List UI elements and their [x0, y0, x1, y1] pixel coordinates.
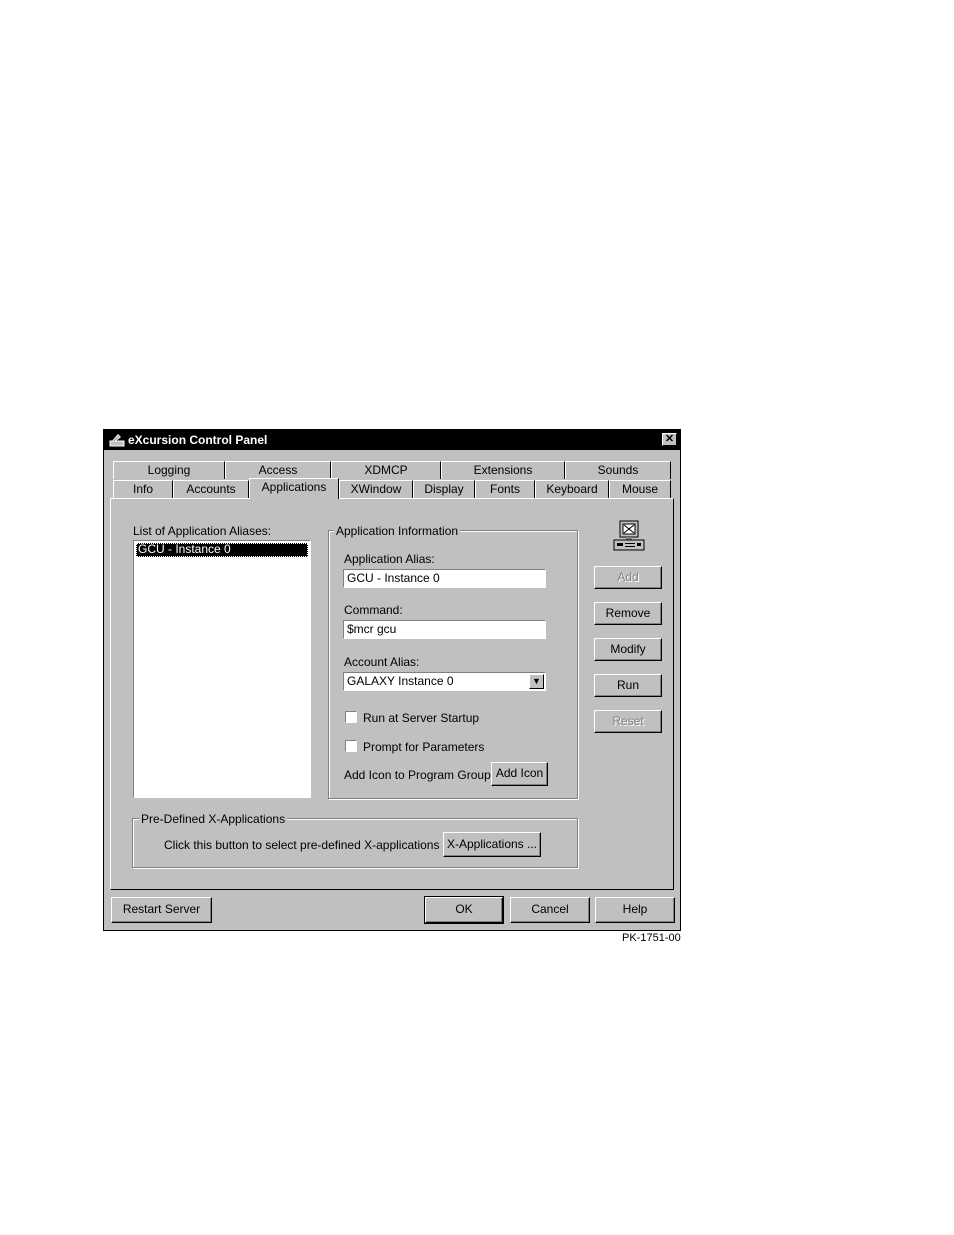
- run-startup-label: Run at Server Startup: [363, 711, 480, 725]
- list-item[interactable]: GCU - Instance 0: [136, 543, 308, 557]
- predefined-description: Click this button to select pre-defined …: [164, 838, 440, 852]
- account-alias-value: GALAXY Instance 0: [347, 674, 454, 688]
- add-icon-button[interactable]: Add Icon: [491, 762, 548, 786]
- window-title: eXcursion Control Panel: [128, 433, 268, 447]
- tab-extensions[interactable]: Extensions: [441, 461, 565, 479]
- tab-logging[interactable]: Logging: [113, 461, 225, 479]
- app-info-group-title: Application Information: [334, 524, 461, 538]
- dropdown-arrow-icon[interactable]: ▼: [529, 674, 544, 689]
- run-button[interactable]: Run: [594, 674, 662, 697]
- tab-access[interactable]: Access: [225, 461, 331, 479]
- excursion-app-icon: [109, 434, 125, 447]
- cancel-button[interactable]: Cancel: [510, 897, 590, 923]
- tab-keyboard[interactable]: Keyboard: [535, 480, 609, 498]
- tab-info[interactable]: Info: [113, 480, 173, 498]
- reset-button[interactable]: Reset: [594, 710, 662, 733]
- predefined-group-title: Pre-Defined X-Applications: [139, 812, 288, 826]
- help-button[interactable]: Help: [595, 897, 675, 923]
- prompt-parameters-checkbox[interactable]: [345, 740, 357, 752]
- app-alias-field[interactable]: GCU - Instance 0: [343, 569, 546, 588]
- computer-icon: [613, 520, 645, 551]
- app-alias-label: Application Alias:: [344, 552, 435, 566]
- restart-server-button[interactable]: Restart Server: [111, 897, 212, 923]
- run-startup-checkbox[interactable]: [345, 711, 357, 723]
- tab-accounts[interactable]: Accounts: [173, 480, 249, 498]
- title-bar[interactable]: eXcursion Control Panel ✕: [104, 430, 680, 450]
- list-label-text: List of Application Aliases:: [133, 524, 272, 538]
- tab-sounds[interactable]: Sounds: [565, 461, 671, 479]
- prompt-parameters-label: Prompt for Parameters: [363, 740, 485, 754]
- control-panel-window: eXcursion Control Panel ✕ Logging Access…: [103, 429, 681, 931]
- ok-button[interactable]: OK: [424, 896, 504, 924]
- tab-xwindow[interactable]: XWindow: [339, 480, 413, 498]
- tab-applications[interactable]: Applications: [249, 478, 339, 499]
- add-button[interactable]: Add: [594, 566, 662, 589]
- command-label: Command:: [344, 603, 403, 617]
- tab-fonts[interactable]: Fonts: [475, 480, 535, 498]
- close-button[interactable]: ✕: [662, 433, 677, 446]
- modify-button[interactable]: Modify: [594, 638, 662, 661]
- alias-listbox[interactable]: GCU - Instance 0: [133, 540, 311, 798]
- list-label: List of Application Aliases:: [133, 524, 271, 538]
- tab-display[interactable]: Display: [413, 480, 475, 498]
- add-icon-label: Add Icon to Program Group: [344, 768, 491, 782]
- figure-label: PK-1751-00: [622, 932, 681, 944]
- x-applications-button[interactable]: X-Applications ...: [443, 832, 541, 857]
- tab-xdmcp[interactable]: XDMCP: [331, 461, 441, 479]
- remove-button[interactable]: Remove: [594, 602, 662, 625]
- tab-mouse[interactable]: Mouse: [609, 480, 671, 498]
- account-alias-select[interactable]: GALAXY Instance 0 ▼: [343, 672, 546, 691]
- command-field[interactable]: $mcr gcu: [343, 620, 546, 639]
- account-alias-label: Account Alias:: [344, 655, 420, 669]
